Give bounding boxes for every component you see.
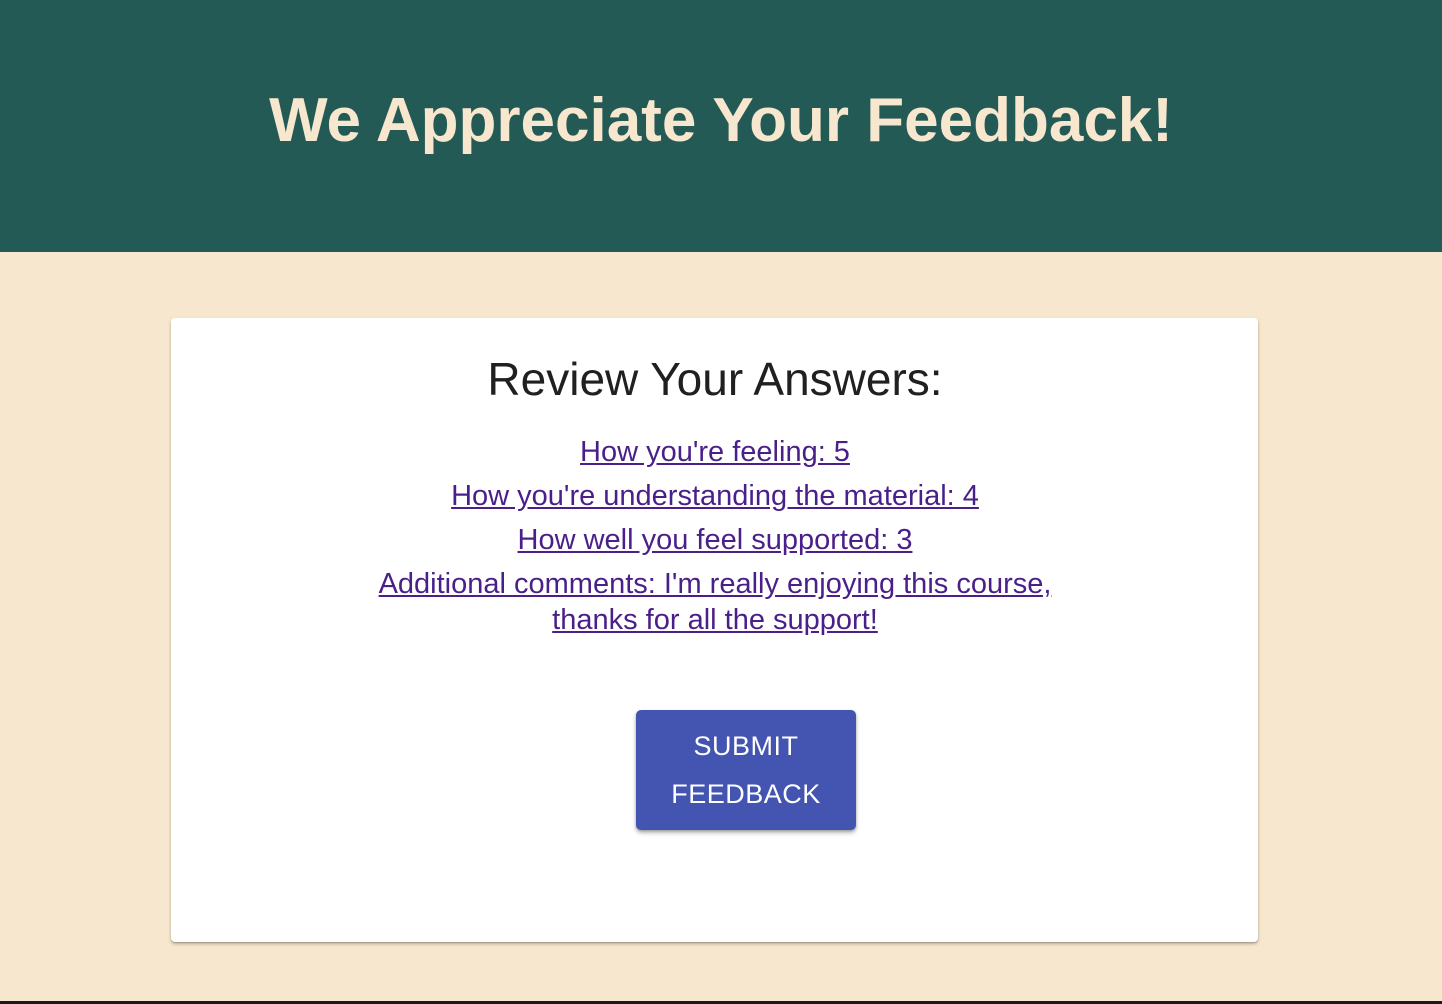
answer-understanding-link[interactable]: How you're understanding the material: 4 [0,478,1430,522]
feedback-page: We Appreciate Your Feedback! Review Your… [0,0,1442,1004]
answer-comments-link[interactable]: Additional comments: I'm really enjoying… [335,566,1095,638]
page-title: We Appreciate Your Feedback! [269,85,1173,155]
answer-support-link[interactable]: How well you feel supported: 3 [0,522,1430,566]
review-title: Review Your Answers: [487,353,943,405]
submit-feedback-button[interactable]: Submit Feedback [636,710,856,830]
answer-feeling-link[interactable]: How you're feeling: 5 [0,434,1430,478]
page-header: We Appreciate Your Feedback! [0,0,1442,252]
answers-list: How you're feeling: 5 How you're underst… [0,434,1430,638]
